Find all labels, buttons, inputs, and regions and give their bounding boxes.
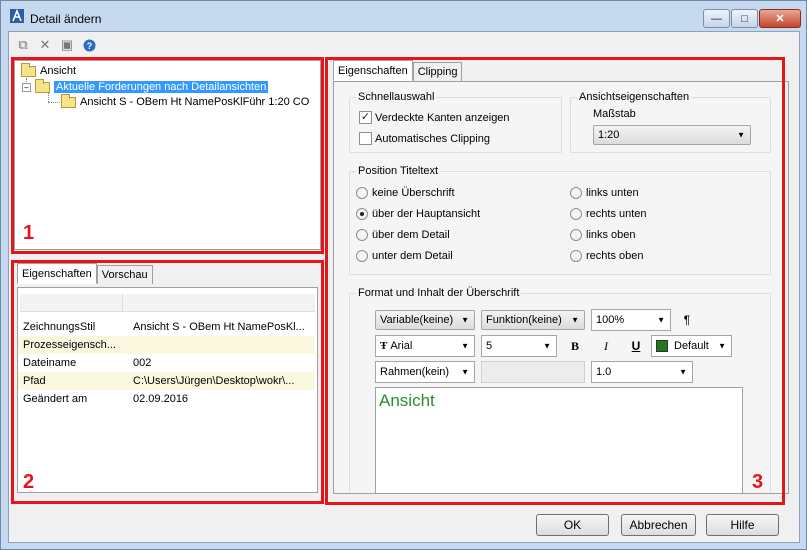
help-button[interactable]: Hilfe <box>706 514 779 536</box>
svg-text:?: ? <box>86 41 92 51</box>
copy-icon[interactable]: ⧉ <box>15 37 31 53</box>
annotation-box-3 <box>325 57 785 505</box>
annotation-box-2 <box>11 260 324 504</box>
minimize-icon: — <box>711 12 722 25</box>
title-bar[interactable]: Detail ändern — □ ✕ <box>1 1 806 31</box>
cancel-button[interactable]: Abbrechen <box>621 514 696 536</box>
maximize-button[interactable]: □ <box>731 9 758 28</box>
dialog-window: Detail ändern — □ ✕ ⧉ ✕ ▣ ? Ansicht – Ak… <box>0 0 807 550</box>
save-icon[interactable]: ▣ <box>59 37 75 53</box>
close-button[interactable]: ✕ <box>759 9 801 28</box>
delete-icon[interactable]: ✕ <box>37 37 53 53</box>
annotation-label-2: 2 <box>23 471 35 493</box>
window-title: Detail ändern <box>30 12 102 26</box>
annotation-label-3: 3 <box>752 471 764 493</box>
toolbar: ⧉ ✕ ▣ ? <box>15 36 97 54</box>
close-icon: ✕ <box>775 13 785 25</box>
maximize-icon: □ <box>741 12 748 25</box>
app-logo-icon <box>10 8 24 23</box>
annotation-box-1 <box>11 57 324 254</box>
ok-button[interactable]: OK <box>536 514 609 536</box>
help-icon[interactable]: ? <box>81 37 97 53</box>
annotation-label-1: 1 <box>23 222 35 244</box>
dialog-client-area: ⧉ ✕ ▣ ? Ansicht – Aktuelle Forderungen n… <box>8 31 800 543</box>
minimize-button[interactable]: — <box>703 9 730 28</box>
